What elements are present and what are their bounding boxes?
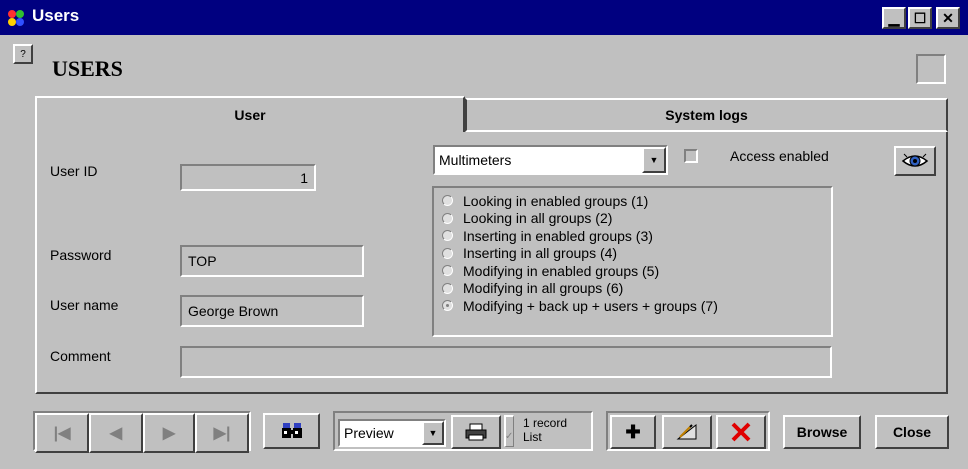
user-name-value: George Brown [188,303,279,319]
permission-option-label: Modifying + back up + users + groups (7) [463,297,718,314]
permission-option[interactable]: Looking in all groups (2) [442,210,831,228]
print-button[interactable] [451,415,501,449]
first-record-button[interactable]: |◀ [35,413,89,453]
plus-icon: ✚ [625,421,641,442]
chevron-down-icon: ▼ [428,428,438,438]
window-title: Users [32,6,80,25]
password-value: TOP [188,253,217,269]
radio-button[interactable] [442,300,453,312]
delete-icon [730,422,752,442]
print-scope-toggle[interactable]: ✓ [504,415,514,447]
last-record-button[interactable]: ▶| [195,413,250,453]
eye-icon [901,152,929,170]
edit-record-button[interactable] [662,415,712,449]
find-button[interactable] [263,413,320,449]
radio-button[interactable] [442,265,453,277]
group-select-value: Multimeters [439,152,512,168]
permission-option[interactable]: Modifying in all groups (6) [442,280,831,298]
maximize-button[interactable]: ☐ [908,7,932,29]
permission-option-label: Inserting in all groups (4) [463,245,618,262]
last-record-icon: ▶| [213,425,231,442]
permission-option[interactable]: Looking in enabled groups (1) [442,192,831,210]
close-button[interactable]: Close [875,415,949,449]
close-window-button[interactable]: ✕ [936,7,960,29]
title-bar[interactable]: Users ▁ ☐ ✕ [0,0,968,35]
password-field[interactable]: TOP [180,245,364,277]
tab-user-label: User [234,107,266,123]
checkmark-icon: ✓ [505,431,514,442]
browse-button-label: Browse [796,424,848,440]
permission-option[interactable]: Inserting in enabled groups (3) [442,227,831,245]
delete-record-button[interactable] [716,415,766,449]
view-button[interactable] [894,146,936,176]
comment-field[interactable] [180,346,832,378]
first-record-icon: |◀ [53,425,71,442]
user-id-value: 1 [300,169,308,186]
group-select[interactable]: Multimeters ▼ [433,145,668,175]
previous-record-button[interactable]: ◀ [88,413,143,453]
report-select[interactable]: Preview ▼ [338,419,446,447]
permission-group: Looking in enabled groups (1) Looking in… [432,186,833,337]
printer-icon [465,423,487,441]
user-name-field[interactable]: George Brown [180,295,364,327]
permission-option-label: Looking in enabled groups (1) [463,192,649,209]
close-icon: ✕ [942,9,954,26]
user-id-label: User ID [50,163,98,179]
print-scope-list-label: List [523,430,542,444]
permission-option-label: Inserting in enabled groups (3) [463,227,653,244]
next-record-button[interactable]: ▶ [142,413,196,453]
permission-option-label: Modifying in enabled groups (5) [463,262,660,279]
add-record-button[interactable]: ✚ [610,415,656,449]
radio-button[interactable] [442,195,453,207]
comment-label: Comment [50,348,111,364]
next-record-icon: ▶ [162,425,176,442]
user-id-field: 1 [180,164,316,191]
group-select-dropdown-button[interactable]: ▼ [642,147,666,173]
permission-option-label: Modifying in all groups (6) [463,280,624,297]
minimize-icon: ▁ [888,9,900,26]
maximize-icon: ☐ [913,9,927,26]
permission-option[interactable]: Modifying in enabled groups (5) [442,262,831,280]
close-button-label: Close [892,424,932,440]
report-select-dropdown-button[interactable]: ▼ [422,421,444,445]
browse-button[interactable]: Browse [783,415,861,449]
tab-system-logs-label: System logs [665,107,748,123]
access-enabled-label: Access enabled [730,148,829,164]
record-navigator: |◀ ◀ ▶ ▶| [33,411,251,453]
previous-record-icon: ◀ [109,425,123,442]
app-icon [6,8,26,28]
help-button[interactable]: ? [13,44,33,64]
permission-option[interactable]: Inserting in all groups (4) [442,245,831,263]
page-title: USERS [52,56,123,81]
permission-option-label: Looking in all groups (2) [463,210,613,227]
radio-button[interactable] [442,212,453,224]
access-enabled-checkbox[interactable] [684,149,698,163]
help-icon: ? [20,48,26,60]
minimize-button[interactable]: ▁ [882,7,906,29]
tab-system-logs[interactable]: System logs [465,98,948,132]
chevron-down-icon: ▼ [649,155,659,165]
radio-button[interactable] [442,282,453,294]
user-name-label: User name [50,297,119,313]
permission-option[interactable]: Modifying + back up + users + groups (7) [442,297,831,315]
radio-button[interactable] [442,247,453,259]
report-select-value: Preview [344,425,394,441]
status-indicator [916,54,946,84]
radio-button[interactable] [442,230,453,242]
tab-user[interactable]: User [35,96,465,132]
binoculars-icon [281,422,303,440]
password-label: Password [50,247,112,263]
edit-icon [676,423,698,441]
print-scope-record-label: 1 record [523,416,568,430]
